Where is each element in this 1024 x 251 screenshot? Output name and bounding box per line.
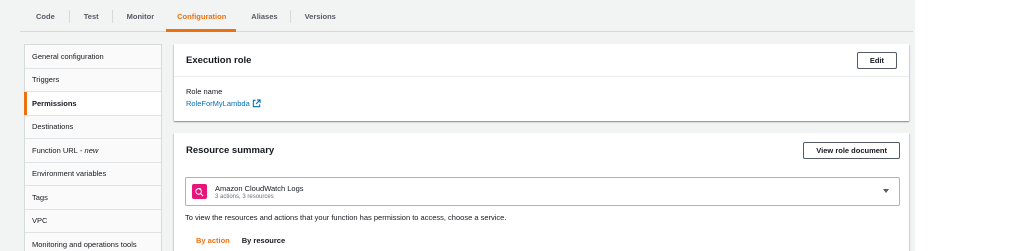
role-name-link[interactable]: RoleForMyLambda bbox=[186, 99, 261, 108]
sidebar-item-label: Function URL bbox=[32, 145, 78, 155]
resource-summary-panel: Resource summary View role document Amaz… bbox=[174, 133, 909, 251]
tab-code-label: Code bbox=[36, 11, 55, 21]
tab-aliases-label: Aliases bbox=[251, 11, 278, 21]
resource-summary-header: Resource summary View role document bbox=[174, 133, 909, 168]
sidebar-item-function-url[interactable]: Function URL - new bbox=[25, 139, 161, 163]
sidebar-item-triggers[interactable]: Triggers bbox=[25, 69, 161, 92]
tab-test-label: Test bbox=[83, 11, 99, 21]
external-link-icon bbox=[252, 99, 261, 108]
sidebar-item-tags[interactable]: Tags bbox=[25, 186, 161, 210]
tab-by-resource[interactable]: By resource bbox=[238, 232, 293, 249]
sidebar-item-vpc[interactable]: VPC bbox=[25, 210, 161, 233]
cloudwatch-icon bbox=[192, 184, 207, 199]
service-detail: 3 actions, 3 resources bbox=[215, 193, 274, 200]
permissions-info-text: To view the resources and actions that y… bbox=[185, 213, 507, 222]
execution-role-header: Execution role Edit bbox=[174, 44, 909, 77]
tab-monitor-label: Monitor bbox=[126, 11, 155, 21]
sidebar-item-separator: - bbox=[77, 145, 85, 155]
function-tabs: Code Test Monitor Configuration Aliases … bbox=[0, 0, 913, 32]
sidebar-item-monitoring[interactable]: Monitoring and operations tools bbox=[25, 233, 161, 251]
sidebar-item-label: General configuration bbox=[32, 51, 104, 61]
configuration-sidebar: General configuration Triggers Permissio… bbox=[24, 44, 162, 251]
sidebar-item-label: Monitoring and operations tools bbox=[32, 239, 137, 249]
sidebar-item-label: Triggers bbox=[32, 75, 60, 85]
execution-role-panel: Execution role Edit Role name RoleForMyL… bbox=[174, 44, 909, 121]
tab-configuration-label: Configuration bbox=[177, 11, 227, 21]
service-name: Amazon CloudWatch Logs bbox=[215, 183, 304, 193]
service-text: Amazon CloudWatch Logs 3 actions, 3 reso… bbox=[215, 184, 304, 200]
sidebar-item-label: VPC bbox=[32, 216, 48, 226]
tab-code[interactable]: Code bbox=[0, 0, 70, 32]
execution-role-body: Role name RoleForMyLambda bbox=[174, 77, 909, 118]
tab-configuration[interactable]: Configuration bbox=[166, 0, 237, 32]
view-role-document-button[interactable]: View role document bbox=[803, 142, 900, 159]
tab-by-action[interactable]: By action bbox=[185, 232, 238, 249]
tab-aliases[interactable]: Aliases bbox=[236, 0, 291, 32]
sidebar-item-label: Tags bbox=[32, 192, 48, 202]
resource-view-tabs: By action By resource bbox=[185, 232, 293, 249]
sidebar-item-label: Permissions bbox=[32, 98, 77, 108]
sidebar-item-label: Environment variables bbox=[32, 169, 107, 179]
tab-versions-label: Versions bbox=[304, 11, 336, 21]
right-panel-blank bbox=[915, 0, 1024, 251]
new-badge: new bbox=[84, 145, 99, 155]
caret-down-icon bbox=[883, 189, 889, 193]
resource-summary-title: Resource summary bbox=[186, 145, 275, 156]
tab-test[interactable]: Test bbox=[70, 0, 113, 32]
sidebar-item-destinations[interactable]: Destinations bbox=[25, 116, 161, 139]
execution-role-title: Execution role bbox=[186, 54, 252, 66]
role-name-value: RoleForMyLambda bbox=[186, 99, 250, 108]
edit-button[interactable]: Edit bbox=[856, 51, 897, 69]
sidebar-item-label: Destinations bbox=[32, 122, 74, 132]
tab-monitor[interactable]: Monitor bbox=[113, 0, 167, 32]
service-select[interactable]: Amazon CloudWatch Logs 3 actions, 3 reso… bbox=[185, 177, 900, 206]
sidebar-item-permissions[interactable]: Permissions bbox=[24, 92, 161, 116]
role-name-label: Role name bbox=[186, 87, 223, 96]
sidebar-item-environment-variables[interactable]: Environment variables bbox=[25, 163, 161, 186]
sidebar-item-general-configuration[interactable]: General configuration bbox=[25, 45, 161, 69]
tab-versions[interactable]: Versions bbox=[291, 0, 348, 32]
